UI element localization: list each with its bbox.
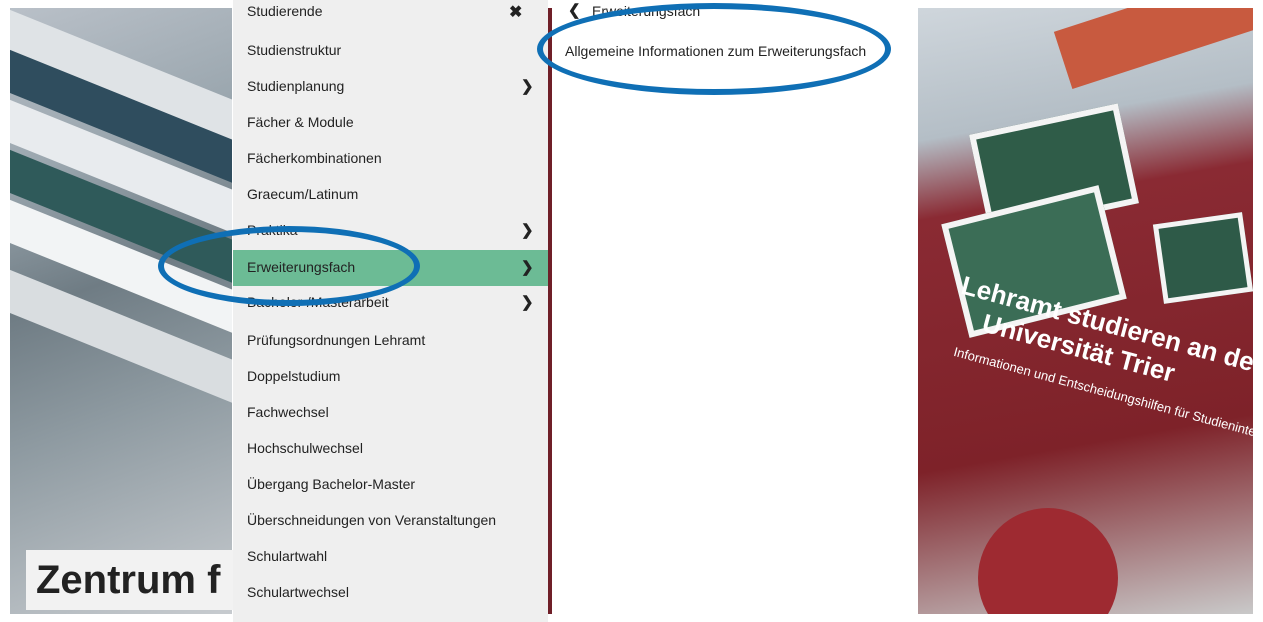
menu-item-schulartwahl[interactable]: Schulartwahl [233, 539, 548, 575]
menu-item-fachwechsel[interactable]: Fachwechsel [233, 395, 548, 431]
menu-item-label: Schulartwahl [247, 548, 328, 564]
menu-item-pruefungsordnungen[interactable]: Prüfungsordnungen Lehramt [233, 323, 548, 359]
menu-item-label: Fachwechsel [247, 404, 329, 420]
menu-item-graecum-latinum[interactable]: Graecum/Latinum [233, 177, 548, 213]
menu-item-uebergang-bachelor-master[interactable]: Übergang Bachelor-Master [233, 467, 548, 503]
menu-item-label: Studienstruktur [247, 42, 342, 58]
annotation-ellipse-submenu [537, 3, 891, 95]
menu-title: Studierende [247, 3, 323, 19]
menu-item-faecher-module[interactable]: Fächer & Module [233, 105, 548, 141]
annotation-ellipse-erweiterungsfach [158, 226, 420, 306]
menu-item-hochschulwechsel[interactable]: Hochschulwechsel [233, 431, 548, 467]
chevron-right-icon[interactable]: ❯ [521, 77, 534, 95]
menu-header: Studierende ✖ [233, 0, 548, 26]
menu-item-label: Hochschulwechsel [247, 440, 363, 456]
chevron-right-icon[interactable]: ❯ [521, 258, 534, 276]
menu-item-label: Graecum/Latinum [247, 186, 359, 202]
close-icon[interactable]: ✖ [509, 2, 522, 22]
chevron-right-icon[interactable]: ❯ [521, 221, 534, 239]
menu-item-faecherkombinationen[interactable]: Fächerkombinationen [233, 141, 548, 177]
menu-item-label: Fächer & Module [247, 114, 354, 130]
menu-item-label: Doppelstudium [247, 368, 341, 384]
chevron-left-icon[interactable]: ❮ [568, 1, 581, 19]
menu-item-label: Schulartwechsel [247, 584, 349, 600]
background-photo-left [10, 8, 232, 614]
menu-item-label: Studienplanung [247, 78, 345, 94]
main-menu-panel: Studierende ✖ Studienstruktur Studienpla… [233, 0, 548, 622]
menu-item-ueberschneidungen[interactable]: Überschneidungen von Veranstaltungen [233, 503, 548, 539]
menu-item-label: Übergang Bachelor-Master [247, 476, 416, 492]
menu-item-label: Fächerkombinationen [247, 150, 382, 166]
menu-item-label: Überschneidungen von Veranstaltungen [247, 512, 497, 528]
menu-item-schulartwechsel[interactable]: Schulartwechsel [233, 575, 548, 611]
menu-item-label: Prüfungsordnungen Lehramt [247, 332, 426, 348]
chevron-right-icon[interactable]: ❯ [521, 293, 534, 311]
background-photo-right: Lehramt studieren an der Universität Tri… [918, 8, 1253, 614]
menu-item-studienstruktur[interactable]: Studienstruktur [233, 33, 548, 69]
menu-item-studienplanung[interactable]: Studienplanung ❯ [233, 69, 548, 105]
page-headline: Zentrum f [26, 550, 246, 610]
menu-item-doppelstudium[interactable]: Doppelstudium [233, 359, 548, 395]
